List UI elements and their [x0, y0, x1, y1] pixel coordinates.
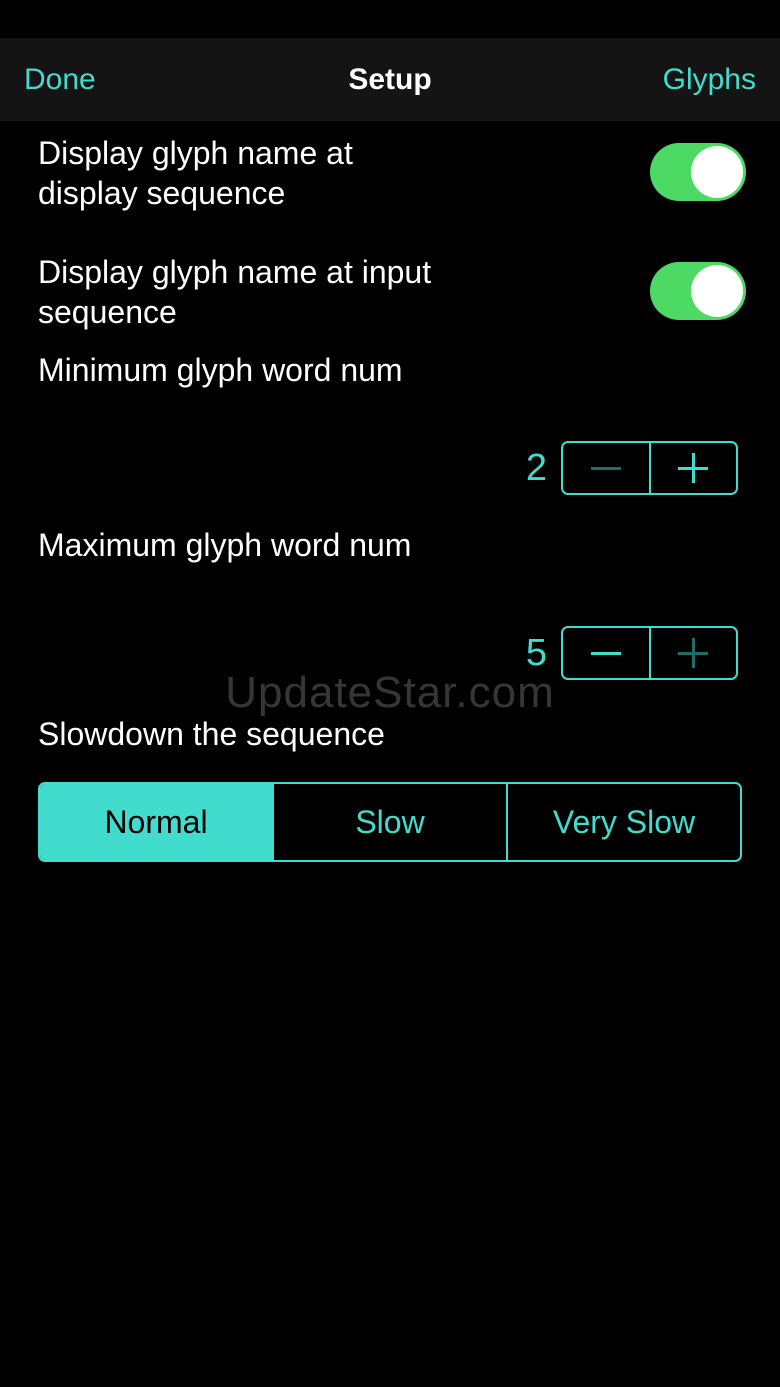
- max-word-decrement-button[interactable]: [563, 628, 649, 678]
- max-word-increment-button[interactable]: [648, 628, 737, 678]
- min-word-label: Minimum glyph word num: [38, 352, 403, 388]
- input-sequence-label: Display glyph name at input sequence: [38, 252, 431, 332]
- glyphs-button[interactable]: Glyphs: [663, 38, 756, 121]
- minus-icon: [590, 651, 621, 655]
- status-bar: [0, 0, 780, 38]
- display-sequence-label-line2: display sequence: [38, 175, 286, 211]
- slowdown-option-very-slow[interactable]: Very Slow: [506, 784, 740, 860]
- min-word-increment-button[interactable]: [648, 443, 737, 493]
- min-word-decrement-button[interactable]: [563, 443, 649, 493]
- display-sequence-label: Display glyph name at display sequence: [38, 133, 353, 213]
- plus-icon: [678, 638, 709, 668]
- input-sequence-label-line1: Display glyph name at input: [38, 254, 432, 290]
- slowdown-label: Slowdown the sequence: [38, 716, 385, 752]
- display-sequence-label-line1: Display glyph name at: [38, 135, 353, 171]
- display-sequence-toggle[interactable]: [650, 143, 746, 201]
- minus-icon: [590, 466, 621, 470]
- slowdown-option-slow[interactable]: Slow: [272, 784, 506, 860]
- max-word-stepper: [561, 626, 738, 680]
- toggle-knob: [691, 265, 743, 317]
- setup-screen: Done Setup Glyphs Display glyph name at …: [0, 0, 780, 1387]
- slowdown-segmented-control: Normal Slow Very Slow: [38, 782, 742, 862]
- input-sequence-label-line2: sequence: [38, 294, 177, 330]
- min-word-value: 2: [525, 447, 547, 489]
- navigation-bar: Done Setup Glyphs: [0, 38, 780, 121]
- plus-icon: [678, 453, 709, 483]
- max-word-label: Maximum glyph word num: [38, 527, 412, 563]
- toggle-knob: [691, 146, 743, 198]
- slowdown-option-normal[interactable]: Normal: [40, 784, 272, 860]
- max-word-value: 5: [525, 632, 547, 674]
- input-sequence-toggle[interactable]: [650, 262, 746, 320]
- min-word-stepper: [561, 441, 738, 495]
